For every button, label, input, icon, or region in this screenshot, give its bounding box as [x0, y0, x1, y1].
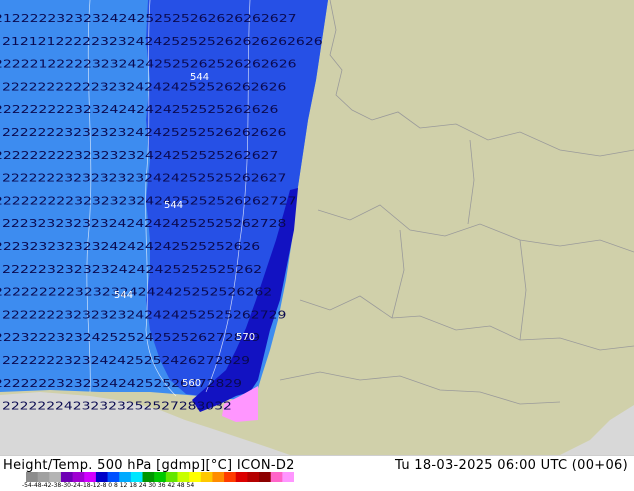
color-scale-segment [235, 472, 248, 482]
color-scale-segment [95, 472, 109, 482]
temperature-row-label: 2122222323232424252525262626262627 [0, 12, 297, 25]
color-scale-segment [200, 472, 213, 482]
temperature-row-label: 22222222232324242424252525262626 [0, 103, 278, 116]
map-area[interactable]: 2122222323232424252525262626262627 212121… [0, 0, 634, 455]
color-scale-segment [165, 472, 178, 482]
color-scale-segment [60, 472, 74, 482]
temperature-row-label: 2222222223232324242425252526262 [0, 286, 272, 299]
color-scale-segment [259, 472, 272, 482]
color-scale-segment [49, 472, 62, 482]
temperature-row-label: 2222222323242425252426272829 [2, 354, 250, 367]
color-scale-segment [84, 472, 97, 482]
color-scale-segment [270, 472, 283, 482]
temperature-row-label: 22232323232324242424252525262728 [2, 217, 286, 230]
temperature-row-label: 2222212222232324242525262526262626 [0, 58, 297, 71]
color-scale-segment [107, 472, 120, 482]
color-scale-bar [26, 472, 294, 482]
contour-label: 544 [164, 200, 183, 211]
map-canvas: 2122222323232424252525262626262627 212121… [0, 0, 634, 455]
color-scale-segment [37, 472, 50, 482]
temperature-row-label: 22222323232324242425252525262 [2, 263, 262, 276]
contour-label: 570 [236, 332, 255, 343]
color-scale-segment [177, 472, 190, 482]
temperature-row-label: 2222222323232424252526272829 [0, 377, 242, 390]
color-scale-segment [142, 472, 155, 482]
color-scale-segment [282, 472, 294, 482]
color-scale-segment [119, 472, 132, 482]
map-title: Height/Temp. 500 hPa [gdmp][°C] ICON-D2 [3, 458, 295, 473]
temperature-row-label: 2222222223232323242425252526262727 [0, 194, 297, 207]
color-scale-segment [72, 472, 85, 482]
temperature-row-label: 22222222232323232424252525262627 [0, 149, 278, 162]
temperature-row-label: 222323232323242424242525252626 [0, 240, 260, 253]
temperature-row-label: 212121222223232424252525262626262626 [2, 35, 323, 48]
contour-label: 544 [114, 290, 133, 301]
color-scale-segment [212, 472, 225, 482]
temperature-row-label: 22222223232323242425252526262626 [2, 126, 286, 139]
color-scale-segment [130, 472, 144, 482]
temperature-row-label: 22222223232323232424252525262627 [2, 172, 286, 185]
color-scale-segment [154, 472, 167, 482]
color-scale-segment [247, 472, 260, 482]
temperature-row-label: 22222224232323252527283032 [2, 400, 232, 413]
contour-label: 544 [190, 72, 209, 83]
color-scale-segment [26, 472, 39, 482]
color-scale-segment [189, 472, 202, 482]
contour-label: 560 [182, 378, 201, 389]
temperature-row-label: 22222222222323242424252526262626 [2, 80, 286, 93]
valid-time: Tu 18-03-2025 06:00 UTC (00+06) [395, 458, 628, 473]
temperature-row-label: 22222223232323242424252525262729 [2, 308, 286, 321]
temperature-row-label: 222322232324252524252526272829 [0, 331, 260, 344]
color-scale-ticks: -54-48-42-38-30-24-18-12-8 0 8 12 18 24 … [22, 482, 195, 489]
color-scale-segment [224, 472, 237, 482]
